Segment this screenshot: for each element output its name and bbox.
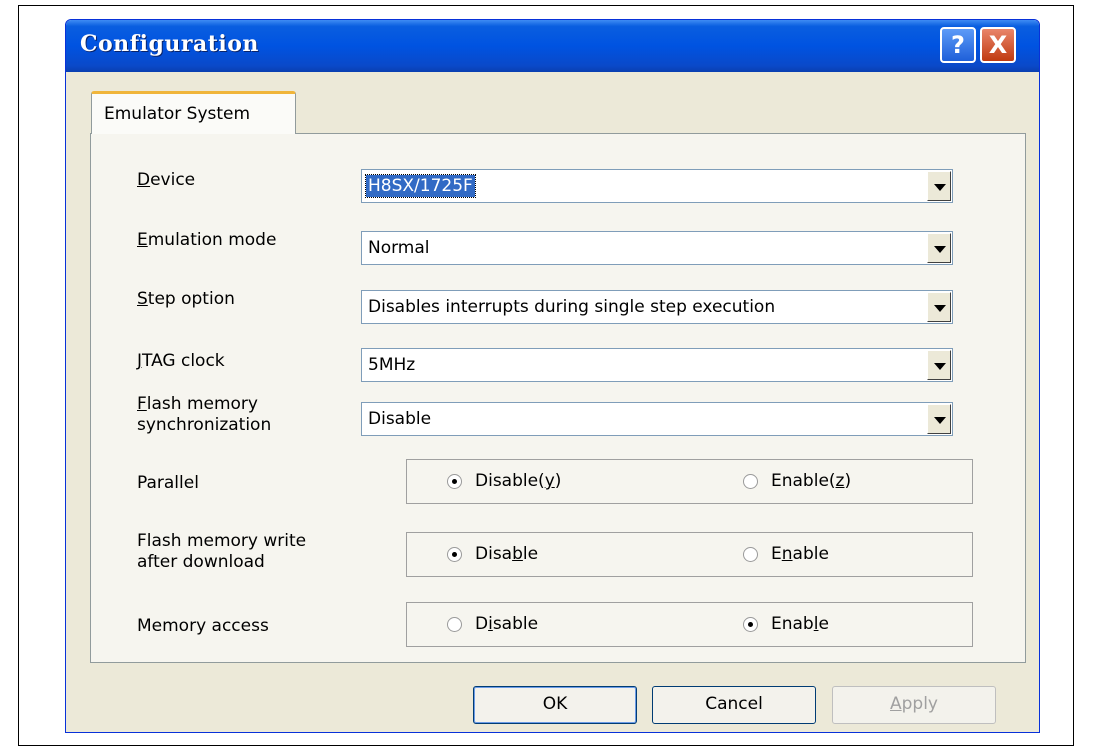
jtag-clock-label: JTAG clock <box>137 351 225 371</box>
emulation-mode-select[interactable]: Normal <box>361 231 953 265</box>
memory-access-label: Memory access <box>137 616 269 636</box>
jtag-clock-value: 5MHz <box>368 355 416 375</box>
memory-access-radio-group: Disable Enable <box>406 602 973 647</box>
parallel-enable-radio[interactable]: Enable(z) <box>743 470 851 492</box>
emulation-mode-label: Emulation mode <box>137 230 277 250</box>
jtag-clock-select[interactable]: 5MHz <box>361 348 953 382</box>
chevron-down-icon[interactable] <box>927 404 951 434</box>
radio-unchecked-icon <box>447 617 462 632</box>
chevron-down-icon[interactable] <box>927 292 951 322</box>
tab-emulator-system[interactable]: Emulator System <box>91 91 296 134</box>
ok-button[interactable]: OK <box>473 686 637 724</box>
emulation-mode-value: Normal <box>368 238 430 258</box>
chevron-down-icon[interactable] <box>927 171 951 201</box>
configuration-dialog: Configuration ? X Emulator System Device… <box>65 19 1040 733</box>
device-label: Device <box>137 170 196 190</box>
flash-write-disable-radio[interactable]: Disable <box>447 543 538 565</box>
cancel-button[interactable]: Cancel <box>652 686 816 724</box>
parallel-disable-radio[interactable]: Disable(y) <box>447 470 561 492</box>
radio-checked-icon <box>447 474 462 489</box>
tab-label: Emulator System <box>104 104 251 124</box>
flash-sync-select[interactable]: Disable <box>361 402 953 436</box>
tab-panel: Device H8SX/1725F Emulation mode Normal … <box>90 133 1026 663</box>
step-option-value: Disables interrupts during single step e… <box>368 297 776 317</box>
help-button[interactable]: ? <box>940 27 976 63</box>
apply-button[interactable]: Apply <box>832 686 996 724</box>
device-value: H8SX/1725F <box>365 174 476 198</box>
parallel-label: Parallel <box>137 473 199 493</box>
radio-unchecked-icon <box>743 547 758 562</box>
parallel-radio-group: Disable(y) Enable(z) <box>406 459 973 504</box>
close-button[interactable]: X <box>980 27 1016 63</box>
flash-write-label: Flash memory write after download <box>137 531 307 572</box>
device-select[interactable]: H8SX/1725F <box>361 169 953 203</box>
radio-unchecked-icon <box>743 474 758 489</box>
chevron-down-icon[interactable] <box>927 350 951 380</box>
chevron-down-icon[interactable] <box>927 233 951 263</box>
memory-access-enable-radio[interactable]: Enable <box>743 613 829 635</box>
radio-checked-icon <box>743 617 758 632</box>
memory-access-disable-radio[interactable]: Disable <box>447 613 538 635</box>
flash-sync-value: Disable <box>368 409 432 429</box>
window-title: Configuration <box>80 31 259 57</box>
flash-write-enable-radio[interactable]: Enable <box>743 543 829 565</box>
title-bar[interactable]: Configuration ? X <box>66 20 1039 72</box>
flash-write-radio-group: Disable Enable <box>406 532 973 577</box>
step-option-label: Step option <box>137 289 235 309</box>
radio-checked-icon <box>447 547 462 562</box>
flash-sync-label: Flash memory synchronization <box>137 394 272 435</box>
step-option-select[interactable]: Disables interrupts during single step e… <box>361 290 953 324</box>
